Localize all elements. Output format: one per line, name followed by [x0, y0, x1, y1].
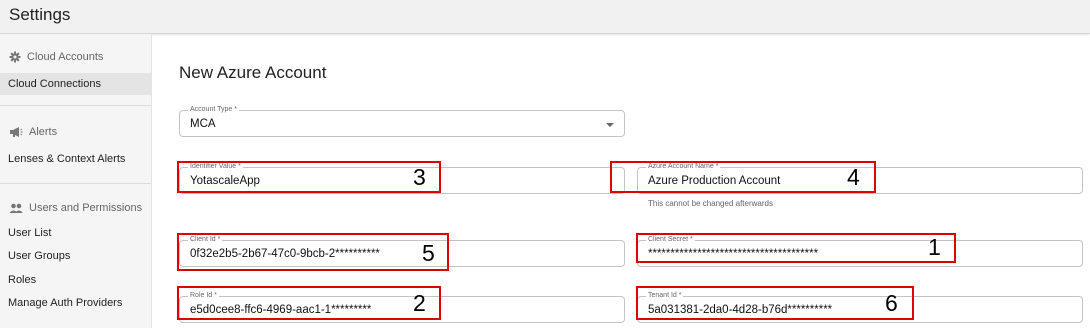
sidebar-section-cloud-accounts[interactable]: Cloud Accounts [9, 51, 103, 63]
annotation-number: 6 [885, 290, 898, 316]
annotation-number: 1 [928, 234, 941, 260]
sidebar-section-label: Cloud Accounts [27, 51, 104, 63]
annotation-number: 4 [847, 164, 860, 190]
megaphone-icon [10, 127, 23, 137]
sidebar: Cloud Accounts Cloud Connections Alerts … [0, 34, 152, 328]
annotation-number: 5 [422, 240, 435, 266]
page-title: Settings [9, 5, 71, 24]
annotation-number: 3 [413, 164, 426, 190]
annotation-box [610, 161, 876, 193]
sidebar-divider [0, 183, 151, 184]
gear-icon [9, 51, 21, 63]
sidebar-item-roles[interactable]: Roles [8, 274, 36, 286]
sidebar-item-lenses-context-alerts[interactable]: Lenses & Context Alerts [8, 153, 125, 165]
annotation-box [636, 286, 914, 320]
account-type-select[interactable]: Account Type * MCA [179, 105, 625, 137]
sidebar-item-cloud-connections[interactable]: Cloud Connections [0, 73, 151, 95]
azure-account-name-helper: This cannot be changed afterwards [648, 199, 773, 208]
annotation-box [177, 286, 441, 320]
form-title: New Azure Account [179, 63, 327, 82]
annotation-box [636, 233, 956, 263]
annotation-box [177, 233, 449, 271]
sidebar-item-user-list[interactable]: User List [8, 227, 51, 239]
users-icon [9, 203, 23, 213]
sidebar-divider [0, 105, 151, 106]
sidebar-item-user-groups[interactable]: User Groups [8, 250, 70, 262]
sidebar-section-alerts[interactable]: Alerts [9, 126, 57, 138]
sidebar-section-users-permissions[interactable]: Users and Permissions [9, 202, 142, 214]
sidebar-section-label: Users and Permissions [29, 202, 143, 214]
sidebar-item-manage-auth-providers[interactable]: Manage Auth Providers [8, 297, 122, 309]
account-type-value: MCA [190, 118, 216, 130]
annotation-number: 2 [413, 290, 426, 316]
sidebar-section-label: Alerts [29, 126, 58, 138]
account-type-label: Account Type * [188, 105, 239, 114]
top-bar: Settings [0, 0, 1090, 34]
chevron-down-icon[interactable] [606, 123, 614, 127]
annotation-box [177, 161, 441, 193]
